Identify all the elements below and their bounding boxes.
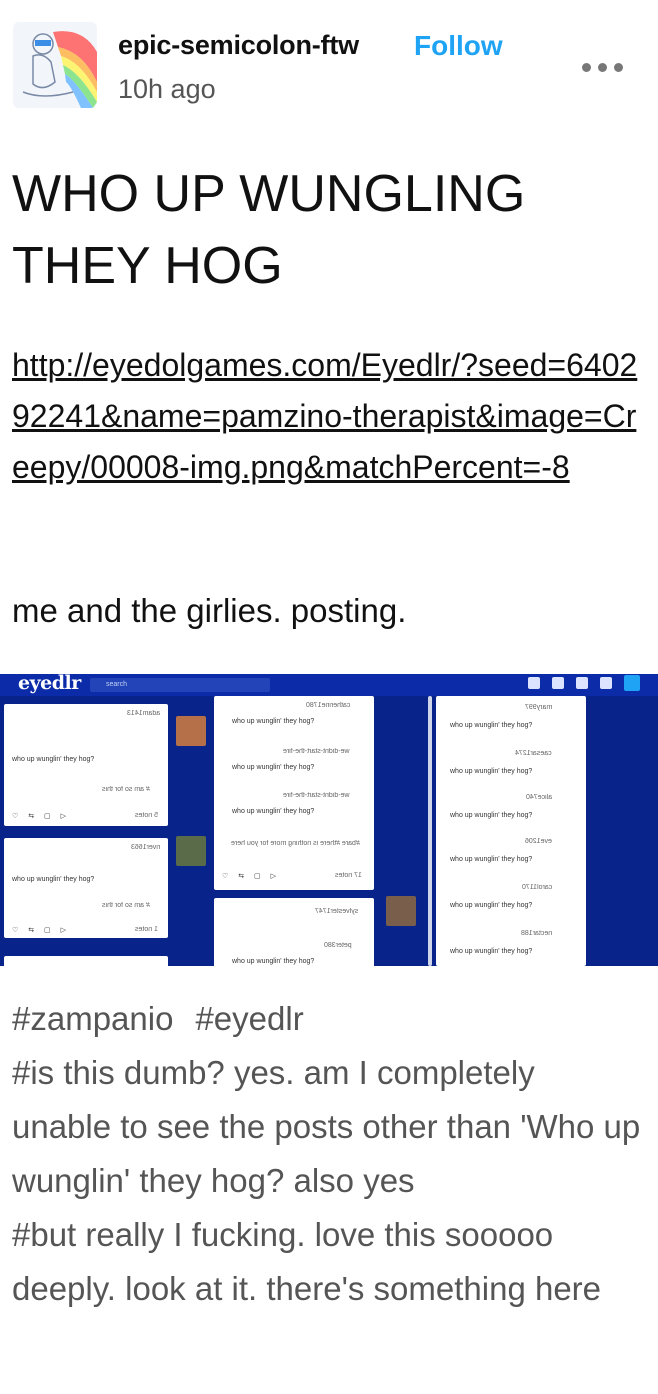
screenshot-username: river1663 (130, 844, 160, 851)
more-dot (614, 62, 623, 72)
screenshot-action-icons: ♡ ⇆ ▢ ▷ (222, 873, 280, 880)
screenshot-username: eve1206 (525, 838, 552, 845)
screenshot-scrollbar (428, 696, 432, 966)
screenshot-action-icons: ♡ ⇆ ▢ ▷ (12, 927, 70, 934)
screenshot-nav-icons (528, 675, 640, 691)
screenshot-post-text: who up wunglin' they hog? (450, 722, 533, 729)
screenshot-logo: eyedlr (18, 674, 81, 694)
tag-eyedlr[interactable]: #eyedlr (195, 1000, 303, 1037)
screenshot-notes: 1 notes (135, 926, 158, 933)
compose-icon (624, 675, 640, 691)
screenshot-avatar (386, 896, 416, 926)
screenshot-post-text: who up wunglin' they hog? (232, 764, 315, 771)
post-title-line2: THEY HOG (12, 237, 283, 295)
blog-avatar[interactable] (13, 22, 97, 108)
screenshot-username: nectar188 (520, 930, 552, 937)
screenshot-username: mary997 (524, 704, 552, 711)
screenshot-card: river1663 who up wunglin' they hog? # am… (4, 838, 168, 938)
home-icon (528, 677, 540, 689)
screenshot-post-text: who up wunglin' they hog? (12, 756, 95, 763)
screenshot-post-text: who up wunglin' they hog? (232, 808, 315, 815)
screenshot-username: sylvester1747 (314, 908, 358, 915)
screenshot-mirrored-tag: #bare #there is nothing more for you her… (231, 840, 360, 847)
mail-icon (552, 677, 564, 689)
screenshot-username: we-didnt-start-the-fire (283, 792, 350, 799)
screenshot-notes: 5 notes (135, 812, 158, 819)
screenshot-username: alice740 (525, 794, 552, 801)
screenshot-username: adam1413 (126, 710, 160, 717)
screenshot-username: we-didnt-start-the-fire (283, 748, 350, 755)
lightning-icon (600, 677, 612, 689)
more-dot (598, 62, 607, 72)
tag-but-really[interactable]: #but really I fucking. love this sooooo … (12, 1216, 601, 1307)
screenshot-username: caesar1274 (515, 750, 552, 757)
follow-button[interactable]: Follow (414, 30, 503, 62)
screenshot-post-text: who up wunglin' they hog? (450, 856, 533, 863)
screenshot-post-text: who up wunglin' they hog? (450, 902, 533, 909)
screenshot-post-text: who up wunglin' they hog? (450, 768, 533, 775)
screenshot-avatar (176, 716, 206, 746)
screenshot-card: sylvester1747 peter380 who up wunglin' t… (214, 898, 374, 966)
screenshot-action-icons: ♡ ⇆ ▢ ▷ (12, 813, 70, 820)
screenshot-avatar (176, 836, 206, 866)
post-caption: me and the girlies. posting. (12, 592, 407, 629)
tag-is-this-dumb[interactable]: #is this dumb? yes. am I completely unab… (12, 1054, 640, 1199)
screenshot-username: carol1170 (521, 884, 552, 891)
post-timestamp: 10h ago (118, 74, 216, 104)
screenshot-username: catherine1780 (305, 702, 350, 709)
more-dot (582, 62, 591, 72)
post-image-screenshot[interactable]: eyedlr search adam1413 who up wunglin' t… (0, 674, 658, 966)
account-icon (576, 677, 588, 689)
screenshot-username: peter380 (324, 942, 352, 949)
screenshot-card: catherine1780 who up wunglin' they hog? … (214, 696, 374, 890)
screenshot-post-text: who up wunglin' they hog? (232, 718, 315, 725)
post-tags: #zampanio #eyedlr #is this dumb? yes. am … (12, 992, 642, 1316)
more-options-icon[interactable] (582, 54, 628, 80)
screenshot-post-text: who up wunglin' they hog? (12, 876, 95, 883)
screenshot-mirrored-tag: # am so for this (102, 902, 150, 909)
post-title-line1: WHO UP WUNGLING (12, 165, 526, 223)
screenshot-card: mary997 who up wunglin' they hog? caesar… (436, 696, 586, 966)
screenshot-mirrored-tag: # am so for this (102, 786, 150, 793)
blog-name[interactable]: epic-semicolon-ftw (118, 30, 359, 61)
tag-zampanio[interactable]: #zampanio (12, 1000, 173, 1037)
screenshot-topbar: eyedlr search (0, 674, 658, 696)
screenshot-post-text: who up wunglin' they hog? (450, 812, 533, 819)
screenshot-post-text: who up wunglin' they hog? (232, 958, 315, 965)
screenshot-card (4, 956, 168, 966)
post-link[interactable]: http://eyedolgames.com/Eyedlr/?seed=6402… (12, 340, 642, 493)
screenshot-post-text: who up wunglin' they hog? (450, 948, 533, 955)
post-title: WHO UP WUNGLING THEY HOG (12, 158, 642, 302)
screenshot-search: search (90, 678, 270, 692)
avatar-illustration (13, 22, 97, 108)
screenshot-notes: 17 notes (335, 872, 362, 879)
post-header: epic-semicolon-ftw Follow 10h ago (0, 0, 658, 130)
screenshot-card: adam1413 who up wunglin' they hog? # am … (4, 704, 168, 826)
